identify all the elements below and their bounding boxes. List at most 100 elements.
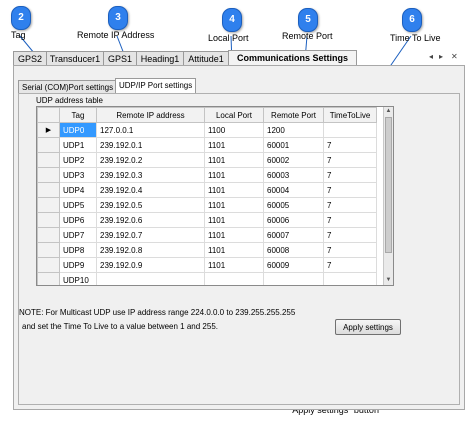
cell-remote-port[interactable]: 60005 [263, 197, 324, 213]
scroll-right-icon[interactable]: ▸ [439, 52, 443, 61]
apply-settings-button[interactable]: Apply settings [335, 319, 401, 335]
column-header-remote-port[interactable]: Remote Port [263, 107, 324, 123]
multicast-note-line2: and set the Time To Live to a value betw… [22, 322, 218, 331]
column-header-local-port[interactable]: Local Port [204, 107, 264, 123]
cell-tag[interactable]: UDP0 [59, 122, 97, 138]
cell-remote-ip[interactable]: 239.192.0.9 [96, 257, 205, 273]
cell-remote-port[interactable]: 60002 [263, 152, 324, 168]
cell-remote-port[interactable]: 60004 [263, 182, 324, 198]
cell-remote-port[interactable]: 60007 [263, 227, 324, 243]
cell-time-to-live[interactable]: 7 [323, 242, 377, 258]
cell-remote-ip[interactable]: 239.192.0.8 [96, 242, 205, 258]
scroll-up-icon[interactable]: ▲ [384, 107, 393, 116]
tab-gps1[interactable]: GPS1 [103, 51, 137, 66]
row-header[interactable] [37, 167, 60, 183]
cell-time-to-live[interactable]: 7 [323, 212, 377, 228]
column-header-time-to-live[interactable]: TimeToLive [323, 107, 377, 123]
cell-tag[interactable]: UDP8 [59, 242, 97, 258]
cell-local-port[interactable]: 1101 [204, 242, 264, 258]
row-header[interactable] [37, 257, 60, 273]
cell-time-to-live[interactable]: 7 [323, 257, 377, 273]
cell-remote-ip[interactable]: 239.192.0.2 [96, 152, 205, 168]
cell-tag[interactable]: UDP6 [59, 212, 97, 228]
row-header[interactable] [37, 152, 60, 168]
cell-time-to-live[interactable]: 7 [323, 182, 377, 198]
row-header[interactable] [37, 137, 60, 153]
cell-remote-ip[interactable] [96, 272, 205, 285]
cell-remote-ip[interactable]: 239.192.0.6 [96, 212, 205, 228]
table-row[interactable]: ▶ UDP0 127.0.0.1 1100 1200 [37, 122, 377, 138]
cell-tag[interactable]: UDP2 [59, 152, 97, 168]
row-header[interactable] [37, 182, 60, 198]
cell-time-to-live[interactable]: 7 [323, 197, 377, 213]
row-header[interactable] [37, 227, 60, 243]
table-row[interactable]: UDP9 239.192.0.9 1101 60009 7 [37, 257, 377, 273]
table-row[interactable]: UDP2 239.192.0.2 1101 60002 7 [37, 152, 377, 168]
cell-remote-ip[interactable]: 239.192.0.4 [96, 182, 205, 198]
cell-remote-port[interactable]: 60006 [263, 212, 324, 228]
subtab-serial-port-settings[interactable]: Serial (COM)Port settings [18, 80, 118, 94]
table-vertical-scrollbar[interactable]: ▲ ▼ [383, 107, 393, 285]
cell-tag[interactable]: UDP3 [59, 167, 97, 183]
cell-time-to-live[interactable]: 7 [323, 152, 377, 168]
cell-remote-ip[interactable]: 239.192.0.5 [96, 197, 205, 213]
row-header[interactable] [37, 197, 60, 213]
cell-time-to-live[interactable]: 7 [323, 137, 377, 153]
close-icon[interactable]: ✕ [451, 52, 458, 61]
cell-remote-ip[interactable]: 239.192.0.7 [96, 227, 205, 243]
cell-tag[interactable]: UDP1 [59, 137, 97, 153]
tab-gps2[interactable]: GPS2 [13, 51, 47, 66]
cell-tag[interactable]: UDP5 [59, 197, 97, 213]
cell-tag[interactable]: UDP9 [59, 257, 97, 273]
cell-remote-ip[interactable]: 127.0.0.1 [96, 122, 205, 138]
table-row[interactable]: UDP5 239.192.0.5 1101 60005 7 [37, 197, 377, 213]
cell-remote-port[interactable] [263, 272, 324, 285]
cell-tag[interactable]: UDP4 [59, 182, 97, 198]
cell-remote-ip[interactable]: 239.192.0.1 [96, 137, 205, 153]
row-header-corner [37, 107, 60, 123]
cell-local-port[interactable]: 1101 [204, 257, 264, 273]
cell-remote-port[interactable]: 60008 [263, 242, 324, 258]
cell-local-port[interactable]: 1101 [204, 212, 264, 228]
scrollbar-thumb[interactable] [385, 117, 392, 253]
cell-local-port[interactable]: 1100 [204, 122, 264, 138]
callout-2-label: Tag [11, 30, 26, 40]
cell-time-to-live[interactable] [323, 122, 377, 138]
cell-local-port[interactable]: 1101 [204, 227, 264, 243]
cell-time-to-live[interactable]: 7 [323, 227, 377, 243]
cell-local-port[interactable]: 1101 [204, 167, 264, 183]
table-row[interactable]: UDP4 239.192.0.4 1101 60004 7 [37, 182, 377, 198]
tab-heading1[interactable]: Heading1 [136, 51, 184, 66]
tab-transducer1[interactable]: Transducer1 [46, 51, 104, 66]
table-row[interactable]: UDP10 [37, 272, 377, 285]
row-header[interactable] [37, 272, 60, 285]
cell-remote-port[interactable]: 1200 [263, 122, 324, 138]
table-row[interactable]: UDP8 239.192.0.8 1101 60008 7 [37, 242, 377, 258]
cell-remote-ip[interactable]: 239.192.0.3 [96, 167, 205, 183]
scroll-down-icon[interactable]: ▼ [384, 276, 393, 285]
row-header[interactable] [37, 242, 60, 258]
table-row[interactable]: UDP1 239.192.0.1 1101 60001 7 [37, 137, 377, 153]
cell-local-port[interactable]: 1101 [204, 152, 264, 168]
table-row[interactable]: UDP3 239.192.0.3 1101 60003 7 [37, 167, 377, 183]
table-row[interactable]: UDP6 239.192.0.6 1101 60006 7 [37, 212, 377, 228]
cell-remote-port[interactable]: 60003 [263, 167, 324, 183]
subtab-udp-ip-port-settings[interactable]: UDP/IP Port settings [115, 78, 197, 94]
current-row-marker-icon[interactable]: ▶ [37, 122, 60, 138]
cell-remote-port[interactable]: 60001 [263, 137, 324, 153]
cell-local-port[interactable] [204, 272, 264, 285]
column-header-tag[interactable]: Tag [59, 107, 97, 123]
cell-time-to-live[interactable]: 7 [323, 167, 377, 183]
tab-attitude1[interactable]: Attitude1 [183, 51, 229, 66]
cell-tag[interactable]: UDP7 [59, 227, 97, 243]
cell-local-port[interactable]: 1101 [204, 182, 264, 198]
row-header[interactable] [37, 212, 60, 228]
cell-local-port[interactable]: 1101 [204, 137, 264, 153]
cell-time-to-live[interactable] [323, 272, 377, 285]
column-header-remote-ip[interactable]: Remote IP address [96, 107, 205, 123]
scroll-left-icon[interactable]: ◂ [429, 52, 433, 61]
cell-remote-port[interactable]: 60009 [263, 257, 324, 273]
cell-tag[interactable]: UDP10 [59, 272, 97, 285]
cell-local-port[interactable]: 1101 [204, 197, 264, 213]
table-row[interactable]: UDP7 239.192.0.7 1101 60007 7 [37, 227, 377, 243]
